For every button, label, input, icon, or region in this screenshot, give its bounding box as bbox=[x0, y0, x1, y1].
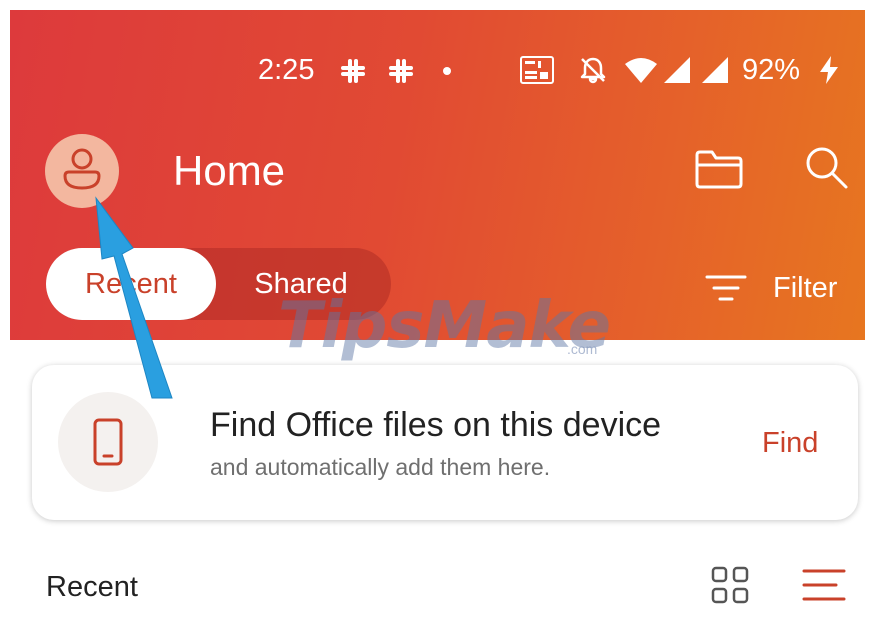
search-button[interactable] bbox=[803, 144, 851, 192]
filter-label: Filter bbox=[773, 272, 838, 304]
tab-shared[interactable]: Shared bbox=[231, 248, 371, 320]
folder-icon bbox=[695, 150, 743, 189]
search-icon bbox=[806, 147, 848, 189]
watermark-suffix: .com bbox=[567, 341, 598, 357]
list-view-button[interactable] bbox=[801, 565, 847, 605]
page-title: Home bbox=[173, 147, 286, 194]
app-frame: 2:25 92% Home Recent Shared Filter Find … bbox=[10, 10, 865, 638]
notification-dot bbox=[443, 67, 451, 75]
signal-icon bbox=[662, 56, 692, 89]
find-card-subtitle: and automatically add them here. bbox=[210, 454, 551, 480]
find-button[interactable]: Find bbox=[762, 423, 818, 463]
filter-icon bbox=[705, 275, 747, 301]
bell-off-icon bbox=[578, 55, 608, 90]
tab-recent[interactable]: Recent bbox=[46, 248, 216, 320]
profile-avatar-button[interactable] bbox=[45, 134, 119, 208]
volte-icon bbox=[520, 56, 554, 84]
slack-icon bbox=[340, 58, 366, 84]
tab-switcher: Recent Shared bbox=[46, 248, 391, 320]
grid-view-button[interactable] bbox=[710, 565, 750, 605]
slack-icon bbox=[388, 58, 414, 84]
charging-bolt-icon bbox=[818, 55, 840, 90]
list-view-icon bbox=[802, 569, 846, 601]
grid-view-icon bbox=[711, 566, 749, 604]
status-bar: 2:25 92% bbox=[10, 52, 865, 88]
device-icon-circle bbox=[58, 392, 158, 492]
find-files-card: Find Office files on this device and aut… bbox=[32, 365, 858, 520]
filter-button[interactable]: Filter bbox=[705, 266, 865, 312]
folder-button[interactable] bbox=[694, 147, 744, 191]
battery-percent: 92% bbox=[742, 54, 801, 86]
recent-section-heading: Recent bbox=[46, 571, 138, 603]
app-header: 2:25 92% Home Recent Shared Filter bbox=[10, 10, 865, 340]
find-card-title: Find Office files on this device bbox=[210, 406, 662, 444]
phone-icon bbox=[93, 418, 123, 466]
signal-icon bbox=[700, 56, 730, 89]
status-time: 2:25 bbox=[258, 54, 315, 86]
wifi-icon bbox=[624, 56, 658, 89]
profile-icon bbox=[63, 148, 101, 190]
